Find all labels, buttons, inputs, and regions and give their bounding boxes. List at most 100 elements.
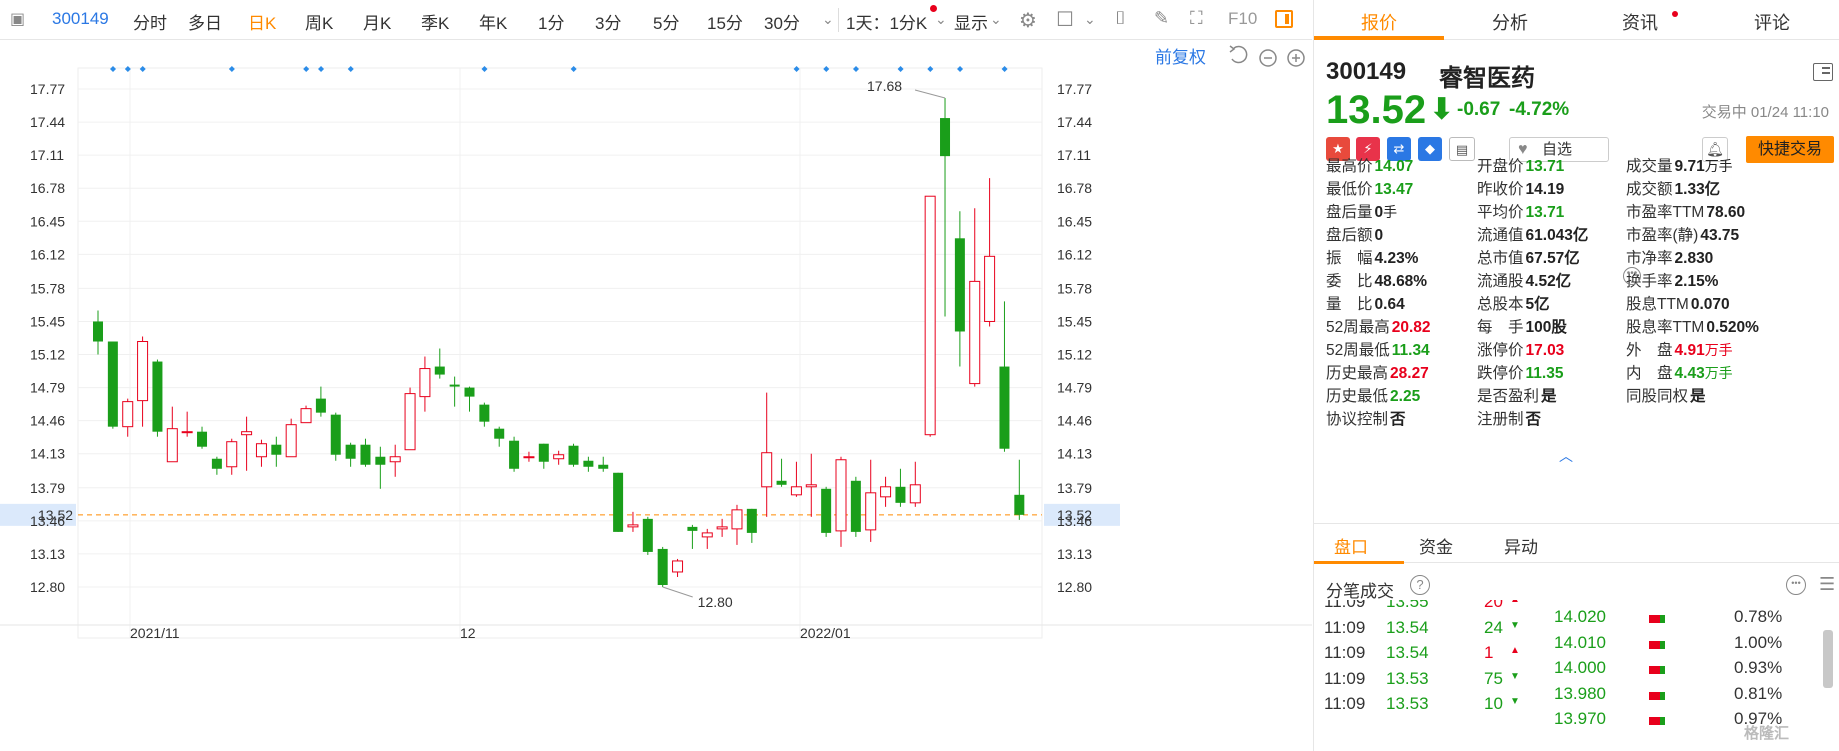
zoom-out-icon[interactable] (1259, 49, 1277, 67)
period-tab-15min[interactable]: 15分 (707, 9, 743, 34)
candle[interactable] (345, 442, 356, 467)
period-tab-weekly[interactable]: 周K (305, 9, 333, 34)
display-menu[interactable]: 显示 (954, 9, 988, 34)
candle[interactable] (835, 456, 847, 547)
chevron-down-icon[interactable]: ⌄ (822, 11, 834, 28)
candle[interactable] (821, 486, 832, 537)
stock-code-link[interactable]: 300149 (52, 9, 109, 29)
event-marker-icon[interactable] (927, 66, 934, 72)
candle[interactable] (315, 386, 326, 417)
event-markers[interactable] (110, 66, 1008, 72)
candle[interactable] (523, 451, 535, 462)
candle[interactable] (969, 208, 981, 387)
period-tab-daily[interactable]: 日K (248, 9, 276, 34)
collapse-chevron-icon[interactable]: ︿ (1559, 446, 1573, 466)
chevron-down-icon[interactable]: ⌄ (935, 11, 947, 28)
candle[interactable] (761, 392, 773, 517)
candle[interactable] (598, 456, 609, 472)
candle[interactable] (166, 406, 178, 463)
candle[interactable] (984, 178, 996, 327)
candle[interactable] (389, 444, 401, 477)
candle[interactable] (509, 436, 520, 472)
candle[interactable] (122, 398, 134, 437)
event-marker-icon[interactable] (793, 66, 800, 72)
tab-pankou[interactable]: 盘口 (1334, 533, 1368, 558)
scrollbar[interactable] (1823, 630, 1833, 688)
candle[interactable] (449, 376, 460, 407)
period-tab-fenshi[interactable]: 分时 (133, 9, 167, 34)
event-marker-icon[interactable] (897, 66, 904, 72)
adjust-mode-link[interactable]: 前复权 (1155, 48, 1206, 67)
event-marker-icon[interactable] (347, 66, 354, 72)
candle[interactable] (716, 518, 728, 537)
candle[interactable] (434, 348, 445, 379)
candle[interactable] (613, 472, 624, 532)
event-marker-icon[interactable] (1001, 66, 1008, 72)
help-icon[interactable]: ? (1410, 575, 1430, 595)
chevron-down-icon[interactable]: ⌄ (1084, 11, 1096, 28)
candle[interactable] (553, 450, 565, 465)
event-marker-icon[interactable] (481, 66, 488, 72)
candle[interactable] (464, 386, 475, 412)
candle[interactable] (375, 446, 386, 489)
candle[interactable] (494, 426, 505, 447)
quick-trade-button[interactable]: 快捷交易 (1746, 136, 1834, 163)
candle[interactable] (657, 546, 668, 587)
candle[interactable] (583, 456, 594, 472)
candle[interactable] (404, 387, 416, 451)
candle[interactable] (300, 405, 312, 424)
chevron-down-icon[interactable]: ⌄ (990, 11, 1002, 28)
period-tab-30min[interactable]: 30分 (764, 9, 800, 34)
candle[interactable] (672, 558, 684, 577)
candle[interactable] (255, 439, 267, 467)
period-tab-1min[interactable]: 1分 (538, 9, 564, 34)
candle[interactable] (197, 426, 208, 449)
candle[interactable] (152, 359, 163, 437)
period-tab-3min[interactable]: 3分 (595, 9, 621, 34)
more-icon[interactable]: ••• (1623, 267, 1641, 285)
candle[interactable] (360, 438, 371, 467)
candle[interactable] (226, 438, 238, 475)
bookmark-icon[interactable]: ▤ (1449, 137, 1475, 161)
candle[interactable] (271, 436, 282, 467)
event-marker-icon[interactable] (957, 66, 964, 72)
candle[interactable] (642, 516, 653, 555)
candle[interactable] (850, 476, 861, 537)
tab-news[interactable]: 资讯 (1622, 9, 1658, 35)
candle[interactable] (909, 461, 921, 507)
candle[interactable] (330, 412, 341, 461)
period-tab-monthly[interactable]: 月K (363, 9, 391, 34)
candle[interactable] (419, 356, 431, 412)
candle[interactable] (1014, 459, 1025, 520)
candle[interactable] (137, 336, 149, 427)
candle[interactable] (285, 418, 297, 458)
period-tab-quarterly[interactable]: 季K (421, 9, 449, 34)
candle[interactable] (805, 453, 817, 517)
candle[interactable] (940, 98, 951, 317)
candle[interactable] (746, 508, 757, 543)
square-icon[interactable]: ☐ (1056, 7, 1074, 32)
zoom-in-icon[interactable] (1287, 49, 1305, 67)
pencil-icon[interactable]: ✎ (1154, 8, 1169, 29)
more-options-icon[interactable]: ••• (1786, 575, 1806, 595)
candle[interactable] (895, 468, 906, 507)
kline-chart[interactable]: 17.77 17.44 17.11 16.78 16.45 16.12 15.78 15.45… (0, 40, 1312, 751)
candles[interactable] (93, 98, 1025, 587)
candle[interactable] (211, 456, 222, 475)
candle[interactable] (568, 443, 579, 467)
event-marker-icon[interactable] (823, 66, 830, 72)
candle[interactable] (999, 301, 1010, 452)
combo-period-select[interactable]: 1天：1分K (846, 9, 927, 34)
candle[interactable] (479, 402, 490, 427)
period-tab-5min[interactable]: 5分 (653, 9, 679, 34)
candle[interactable] (241, 416, 253, 471)
candle[interactable] (776, 458, 787, 487)
event-marker-icon[interactable] (853, 66, 859, 72)
candle[interactable] (924, 195, 936, 437)
sidebar-toggle-icon[interactable]: ▣ (10, 9, 25, 29)
candle[interactable] (701, 528, 713, 549)
detail-panel-icon[interactable] (1813, 63, 1833, 81)
event-marker-icon[interactable] (228, 66, 235, 72)
camera-icon[interactable]: ⌷ (1115, 8, 1126, 29)
period-tab-yearly[interactable]: 年K (479, 9, 507, 34)
